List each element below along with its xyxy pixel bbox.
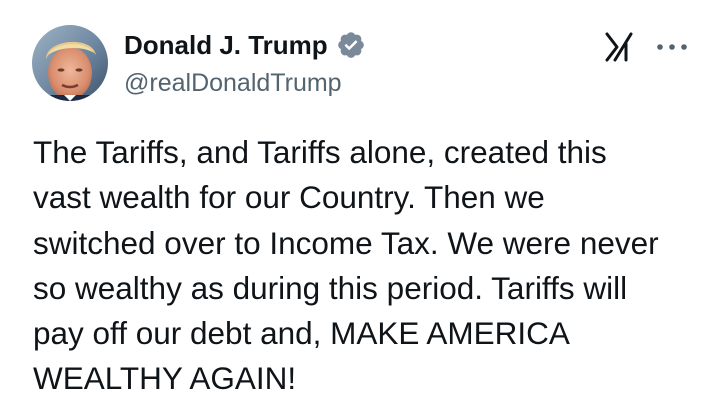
author-name-text[interactable]: Donald J. Trump xyxy=(124,28,328,62)
author-display-name[interactable]: Donald J. Trump xyxy=(124,28,366,62)
more-dots-icon[interactable] xyxy=(654,30,690,64)
avatar[interactable] xyxy=(32,25,108,101)
avatar-image xyxy=(32,25,108,101)
post-card: Donald J. Trump @realDonaldTrump The Tar… xyxy=(0,0,720,412)
grok-icon[interactable] xyxy=(602,30,636,64)
author-handle[interactable]: @realDonaldTrump xyxy=(124,66,342,100)
verified-badge-icon[interactable] xyxy=(336,30,366,60)
post-text: The Tariffs, and Tariffs alone, created … xyxy=(33,134,659,397)
